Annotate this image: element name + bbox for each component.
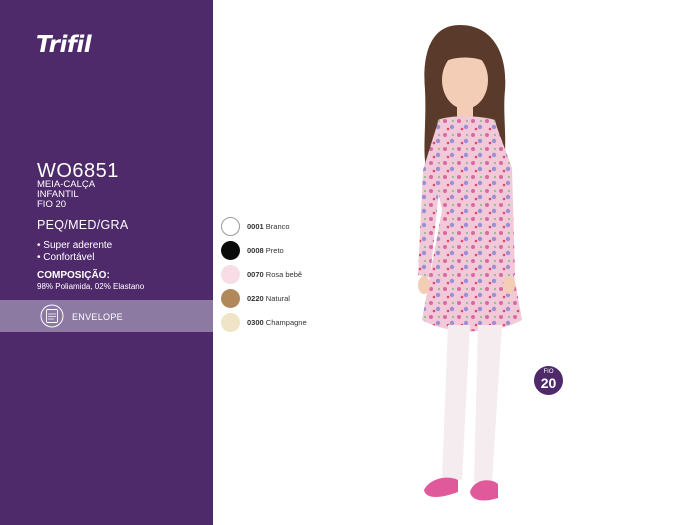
packaging-label: ENVELOPE (72, 312, 123, 322)
product-description: MEIA-CALÇA INFANTIL FIO 20 (37, 180, 95, 210)
feature-list: • Super aderente • Confortável (37, 240, 112, 263)
pink-shoe (424, 477, 458, 497)
color-name: Champagne (265, 318, 307, 327)
pink-shoe (470, 480, 498, 501)
color-code: 0001 (247, 222, 264, 231)
color-name: Rosa bebê (265, 270, 303, 279)
envelope-icon (40, 304, 64, 328)
color-code: 0070 (247, 270, 264, 279)
composition-title: COMPOSIÇÃO: (37, 270, 110, 281)
model-photo (418, 25, 522, 501)
color-code: 0220 (247, 294, 264, 303)
size-options: PEQ/MED/GRA (37, 218, 129, 232)
color-swatch-white (221, 217, 240, 236)
feature-item: • Confortável (37, 251, 95, 263)
color-swatch-natural (221, 289, 240, 308)
sidebar-panel: Trifil WO6851 MEIA-CALÇA INFANTIL FIO 20… (0, 0, 213, 525)
badge-number: 20 (540, 375, 557, 391)
thread-weight-badge: FIO 20 (534, 366, 563, 395)
color-swatch-baby-pink (221, 265, 240, 284)
description-line: FIO 20 (37, 199, 67, 210)
feature-item: • Super aderente (37, 240, 113, 251)
white-tights-leg (442, 325, 470, 480)
color-name: Branco (265, 222, 290, 231)
composition-text: 98% Poliamida, 02% Elastano (37, 282, 145, 291)
color-code: 0300 (247, 318, 264, 327)
white-tights-leg (474, 325, 502, 482)
color-swatch-black (221, 241, 240, 260)
color-name: Preto (265, 246, 284, 255)
color-name: Natural (265, 294, 290, 303)
color-swatch-champagne (221, 313, 240, 332)
brand-logo: Trifil (36, 32, 92, 58)
color-code: 0008 (247, 246, 264, 255)
